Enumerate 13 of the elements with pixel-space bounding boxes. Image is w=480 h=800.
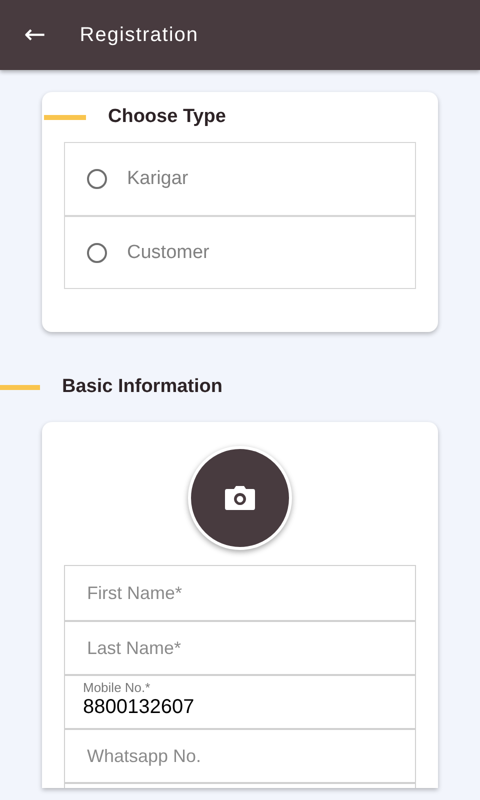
- accent-bar: [44, 114, 86, 120]
- radio-icon[interactable]: [87, 169, 107, 189]
- section-title: Basic Information: [62, 376, 222, 398]
- screen-title: Registration: [80, 24, 199, 46]
- field-label: Mobile No.*: [83, 680, 152, 695]
- section-title: Choose Type: [108, 106, 226, 128]
- radio-option[interactable]: Karigar: [65, 143, 415, 215]
- radio-icon[interactable]: [87, 242, 107, 262]
- radio-option[interactable]: Customer: [65, 215, 415, 288]
- photo-button[interactable]: [188, 446, 292, 550]
- camera-icon: [225, 486, 255, 510]
- back-button[interactable]: ←: [20, 22, 50, 48]
- accent-bar: [0, 384, 40, 390]
